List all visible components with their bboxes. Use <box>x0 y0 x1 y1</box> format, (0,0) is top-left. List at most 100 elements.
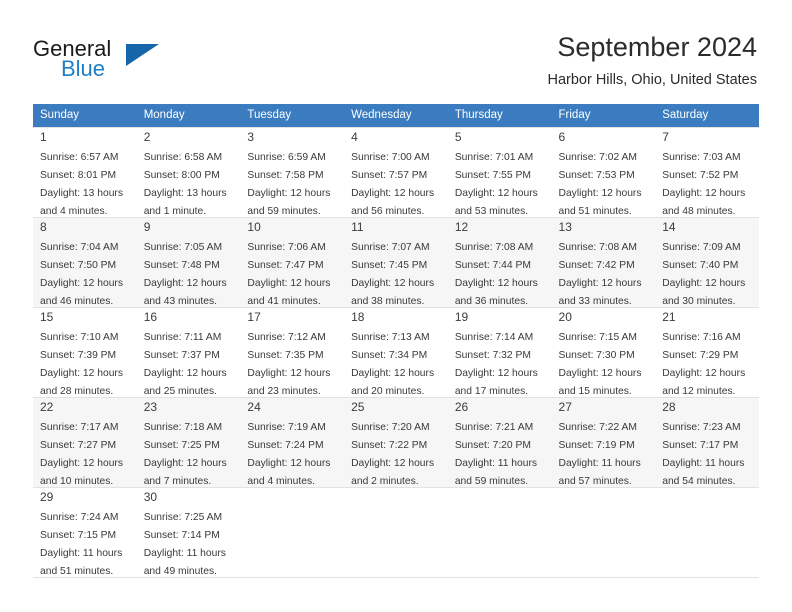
sunset-text: Sunset: 7:17 PM <box>662 440 739 451</box>
triangle-logo-icon <box>126 44 159 66</box>
page-subtitle: Harbor Hills, Ohio, United States <box>547 72 757 88</box>
sunrise-text: Sunrise: 7:20 AM <box>351 422 430 433</box>
sunset-text: Sunset: 7:47 PM <box>247 260 324 271</box>
weekday-header-monday: Monday <box>136 104 241 127</box>
day-cell[interactable]: 12 Sunrise: 7:08 AM Sunset: 7:44 PM Dayligh… <box>447 217 552 307</box>
daylight-text: Daylight: 12 hours and 46 minutes. <box>40 278 123 307</box>
day-cell[interactable]: 16 Sunrise: 7:11 AM Sunset: 7:37 PM Dayligh… <box>136 307 241 397</box>
day-number: 8 <box>40 220 47 234</box>
calendar-cell: 22 Sunrise: 7:17 AM Sunset: 7:27 PM Dayligh… <box>33 397 137 487</box>
calendar-cell <box>551 487 656 577</box>
day-cell[interactable]: 17 Sunrise: 7:12 AM Sunset: 7:35 PM Dayligh… <box>240 307 345 397</box>
calendar-cell: 9 Sunrise: 7:05 AM Sunset: 7:48 PM Daylight… <box>136 217 241 307</box>
day-cell[interactable]: 25 Sunrise: 7:20 AM Sunset: 7:22 PM Dayligh… <box>344 397 448 487</box>
day-number: 15 <box>40 310 54 324</box>
day-cell[interactable]: 20 Sunrise: 7:15 AM Sunset: 7:30 PM Dayligh… <box>551 307 656 397</box>
sunrise-text: Sunrise: 7:06 AM <box>247 242 326 253</box>
calendar-bottom-divider <box>33 577 759 578</box>
day-cell[interactable]: 13 Sunrise: 7:08 AM Sunset: 7:42 PM Dayligh… <box>551 217 656 307</box>
calendar-cell: 28 Sunrise: 7:23 AM Sunset: 7:17 PM Dayligh… <box>655 397 759 487</box>
calendar-cell: 27 Sunrise: 7:22 AM Sunset: 7:19 PM Dayligh… <box>551 397 656 487</box>
sunset-text: Sunset: 7:42 PM <box>558 260 635 271</box>
day-cell[interactable]: 2 Sunrise: 6:58 AM Sunset: 8:00 PM Daylight… <box>136 127 241 217</box>
day-number: 29 <box>40 490 54 504</box>
calendar-week-row: 8 Sunrise: 7:04 AM Sunset: 7:50 PM Daylight… <box>33 217 759 307</box>
calendar-table: Sunday Monday Tuesday Wednesday Thursday… <box>33 104 759 577</box>
sunrise-text: Sunrise: 7:09 AM <box>662 242 741 253</box>
day-cell[interactable]: 11 Sunrise: 7:07 AM Sunset: 7:45 PM Dayligh… <box>344 217 448 307</box>
calendar-cell: 25 Sunrise: 7:20 AM Sunset: 7:22 PM Dayligh… <box>344 397 448 487</box>
day-cell[interactable]: 6 Sunrise: 7:02 AM Sunset: 7:53 PM Daylight… <box>551 127 656 217</box>
daylight-text: Daylight: 12 hours and 4 minutes. <box>247 458 331 487</box>
day-cell[interactable]: 7 Sunrise: 7:03 AM Sunset: 7:52 PM Daylight… <box>655 127 759 217</box>
daylight-text: Daylight: 12 hours and 43 minutes. <box>143 278 227 307</box>
calendar-cell: 17 Sunrise: 7:12 AM Sunset: 7:35 PM Dayligh… <box>240 307 345 397</box>
day-cell-empty <box>551 487 656 577</box>
day-number: 7 <box>662 130 669 144</box>
day-cell[interactable]: 15 Sunrise: 7:10 AM Sunset: 7:39 PM Dayligh… <box>33 307 137 397</box>
day-number: 9 <box>143 220 151 234</box>
day-cell[interactable]: 29 Sunrise: 7:24 AM Sunset: 7:15 PM Dayligh… <box>33 487 137 577</box>
daylight-text: Daylight: 12 hours and 48 minutes. <box>662 188 746 217</box>
day-cell[interactable]: 3 Sunrise: 6:59 AM Sunset: 7:58 PM Daylight… <box>240 127 345 217</box>
day-cell[interactable]: 23 Sunrise: 7:18 AM Sunset: 7:25 PM Dayligh… <box>136 397 241 487</box>
day-cell[interactable]: 28 Sunrise: 7:23 AM Sunset: 7:17 PM Dayligh… <box>655 397 759 487</box>
day-number: 20 <box>558 310 572 324</box>
day-cell[interactable]: 22 Sunrise: 7:17 AM Sunset: 7:27 PM Dayligh… <box>33 397 137 487</box>
sunset-text: Sunset: 7:58 PM <box>247 170 324 181</box>
calendar-cell <box>655 487 759 577</box>
day-cell[interactable]: 5 Sunrise: 7:01 AM Sunset: 7:55 PM Daylight… <box>447 127 552 217</box>
sunrise-text: Sunrise: 6:58 AM <box>143 152 223 163</box>
day-cell[interactable]: 1 Sunrise: 6:57 AM Sunset: 8:01 PM Daylight… <box>33 127 137 217</box>
sunset-text: Sunset: 7:57 PM <box>351 170 428 181</box>
daylight-text: Daylight: 12 hours and 33 minutes. <box>558 278 642 307</box>
sunrise-text: Sunrise: 7:18 AM <box>143 422 223 433</box>
day-cell[interactable]: 4 Sunrise: 7:00 AM Sunset: 7:57 PM Daylight… <box>344 127 448 217</box>
sunset-text: Sunset: 7:19 PM <box>558 440 635 451</box>
day-cell[interactable]: 8 Sunrise: 7:04 AM Sunset: 7:50 PM Daylight… <box>33 217 137 307</box>
calendar-cell: 12 Sunrise: 7:08 AM Sunset: 7:44 PM Dayligh… <box>447 217 552 307</box>
day-cell[interactable]: 21 Sunrise: 7:16 AM Sunset: 7:29 PM Dayligh… <box>655 307 759 397</box>
calendar-page: General Blue September 2024 Harbor Hills… <box>0 0 792 612</box>
brand-name-blue: Blue <box>61 56 106 81</box>
calendar-cell: 10 Sunrise: 7:06 AM Sunset: 7:47 PM Dayligh… <box>240 217 345 307</box>
daylight-text: Daylight: 12 hours and 56 minutes. <box>351 188 435 217</box>
calendar-week-row: 15 Sunrise: 7:10 AM Sunset: 7:39 PM Dayligh… <box>33 307 759 397</box>
day-number: 19 <box>454 310 469 324</box>
calendar-cell: 14 Sunrise: 7:09 AM Sunset: 7:40 PM Dayligh… <box>655 217 759 307</box>
calendar-cell <box>240 487 345 577</box>
calendar-cell: 8 Sunrise: 7:04 AM Sunset: 7:50 PM Daylight… <box>33 217 137 307</box>
day-cell[interactable]: 9 Sunrise: 7:05 AM Sunset: 7:48 PM Daylight… <box>136 217 241 307</box>
calendar-cell: 23 Sunrise: 7:18 AM Sunset: 7:25 PM Dayligh… <box>136 397 241 487</box>
calendar-cell: 19 Sunrise: 7:14 AM Sunset: 7:32 PM Dayligh… <box>447 307 552 397</box>
sunset-text: Sunset: 7:48 PM <box>143 260 220 271</box>
sunset-text: Sunset: 7:30 PM <box>558 350 635 361</box>
day-cell[interactable]: 19 Sunrise: 7:14 AM Sunset: 7:32 PM Dayligh… <box>447 307 552 397</box>
brand-logo[interactable]: General Blue <box>33 36 263 86</box>
day-cell[interactable]: 30 Sunrise: 7:25 AM Sunset: 7:14 PM Dayligh… <box>136 487 241 577</box>
calendar-cell: 15 Sunrise: 7:10 AM Sunset: 7:39 PM Dayligh… <box>33 307 137 397</box>
sunrise-text: Sunrise: 7:23 AM <box>662 422 741 433</box>
sunset-text: Sunset: 8:00 PM <box>143 170 220 181</box>
sunset-text: Sunset: 7:40 PM <box>662 260 739 271</box>
daylight-text: Daylight: 12 hours and 36 minutes. <box>454 278 538 307</box>
sunrise-text: Sunrise: 7:08 AM <box>558 242 637 253</box>
daylight-text: Daylight: 13 hours and 1 minute. <box>143 188 227 217</box>
calendar-cell: 5 Sunrise: 7:01 AM Sunset: 7:55 PM Daylight… <box>447 127 552 217</box>
weekday-header-thursday: Thursday <box>447 104 552 127</box>
day-cell[interactable]: 10 Sunrise: 7:06 AM Sunset: 7:47 PM Dayligh… <box>240 217 345 307</box>
day-number: 21 <box>662 310 676 324</box>
sunrise-text: Sunrise: 7:17 AM <box>40 422 119 433</box>
sunrise-text: Sunrise: 7:19 AM <box>247 422 326 433</box>
day-cell[interactable]: 18 Sunrise: 7:13 AM Sunset: 7:34 PM Dayligh… <box>344 307 448 397</box>
daylight-text: Daylight: 12 hours and 12 minutes. <box>662 368 746 397</box>
day-cell[interactable]: 26 Sunrise: 7:21 AM Sunset: 7:20 PM Dayligh… <box>447 397 552 487</box>
calendar-cell: 4 Sunrise: 7:00 AM Sunset: 7:57 PM Daylight… <box>344 127 448 217</box>
calendar-cell: 29 Sunrise: 7:24 AM Sunset: 7:15 PM Dayligh… <box>33 487 137 577</box>
day-cell[interactable]: 24 Sunrise: 7:19 AM Sunset: 7:24 PM Dayligh… <box>240 397 345 487</box>
day-cell[interactable]: 27 Sunrise: 7:22 AM Sunset: 7:19 PM Dayligh… <box>551 397 656 487</box>
sunset-text: Sunset: 7:39 PM <box>40 350 117 361</box>
daylight-text: Daylight: 12 hours and 53 minutes. <box>454 188 538 217</box>
day-cell[interactable]: 14 Sunrise: 7:09 AM Sunset: 7:40 PM Dayligh… <box>655 217 759 307</box>
weekday-header-sunday: Sunday <box>33 104 137 127</box>
